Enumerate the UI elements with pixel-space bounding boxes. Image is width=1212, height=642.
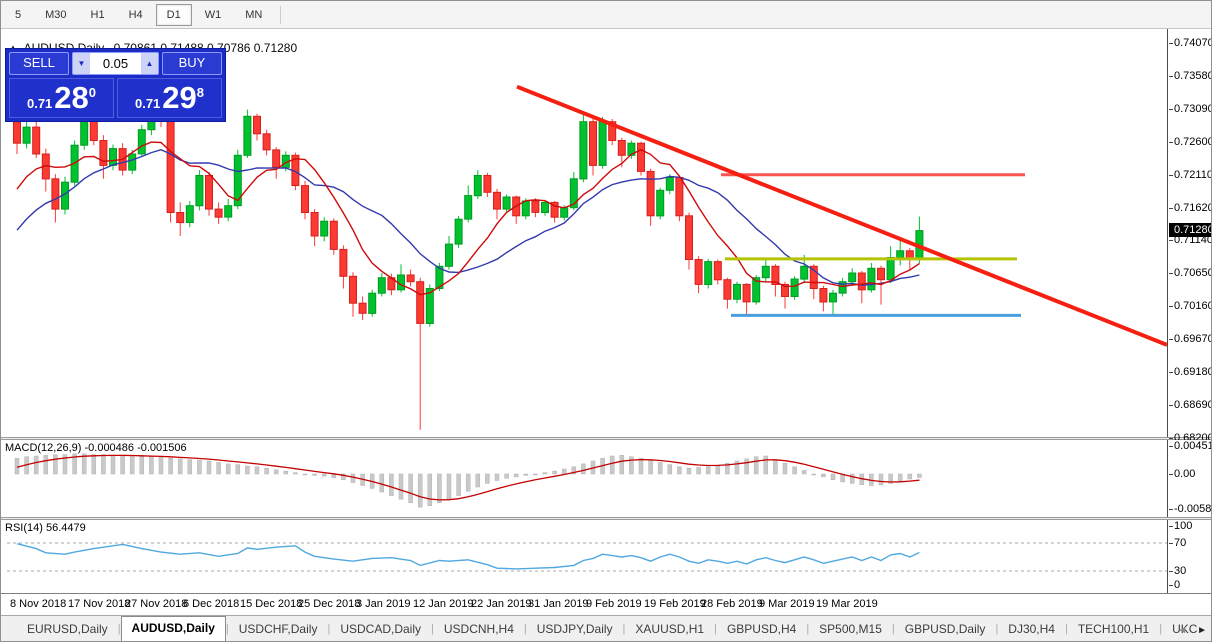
tab-sp500-m15[interactable]: SP500,M15 [809, 618, 892, 641]
rsi-tick-label: 30 [1168, 565, 1187, 577]
buy-price-prefix: 0.71 [134, 95, 161, 111]
sell-button[interactable]: SELL [9, 52, 69, 75]
sell-price-prefix: 0.71 [26, 95, 53, 111]
rsi-panel[interactable]: RSI(14) 56.4479 [1, 520, 1167, 593]
sell-price-point: 0 [88, 84, 97, 100]
buy-price-display[interactable]: 0.71 29 8 [117, 78, 222, 118]
timeframe-button-mn[interactable]: MN [234, 4, 273, 26]
tab-dj30-h4[interactable]: DJ30,H4 [998, 618, 1065, 641]
price-tick-label: 0.69670 [1169, 333, 1212, 345]
rsi-tick-label: 100 [1168, 520, 1193, 532]
price-tick-label: 0.72110 [1169, 169, 1212, 181]
timeframe-button-d1[interactable]: D1 [155, 3, 192, 26]
date-axis[interactable]: 8 Nov 2018 17 Nov 2018 27 Nov 2018 6 Dec 20… [1, 593, 1211, 615]
date-label: 15 Dec 2018 [240, 598, 303, 610]
macd-tick-label: 0.00 [1168, 468, 1196, 480]
date-label: 31 Jan 2019 [528, 598, 589, 610]
date-label: 28 Feb 2019 [701, 598, 763, 610]
symbol-tabbar: EURUSD,Daily | AUDUSD,Daily | USDCHF,Daily | U… [1, 615, 1211, 641]
date-label: 9 Mar 2019 [759, 598, 815, 610]
date-label: 9 Feb 2019 [586, 598, 642, 610]
toolbar-divider [280, 5, 282, 24]
sell-price-pips: 28 [54, 80, 89, 115]
rsi-axis: 100 70 30 0 [1167, 520, 1211, 593]
price-tick-label: 0.73090 [1169, 103, 1212, 115]
tab-usdcad-daily[interactable]: USDCAD,Daily [330, 618, 431, 641]
date-label: 17 Nov 2018 [68, 598, 131, 610]
tab-tech100-h1[interactable]: TECH100,H1 [1068, 618, 1159, 641]
timeframe-button-h1[interactable]: H1 [80, 4, 116, 26]
current-price-badge: 0.71280 [1169, 223, 1211, 237]
macd-panel[interactable]: MACD(12,26,9) -0.000486 -0.001506 [1, 440, 1167, 517]
timeframe-button-w1[interactable]: W1 [194, 4, 233, 26]
tab-usdjpy-daily[interactable]: USDJPY,Daily [527, 618, 623, 641]
date-label: 19 Mar 2019 [816, 598, 878, 610]
price-tick-label: 0.74070 [1169, 37, 1212, 49]
tab-usdchf-daily[interactable]: USDCHF,Daily [229, 618, 328, 641]
macd-tick-label: 0.004517 [1169, 440, 1211, 452]
buy-button[interactable]: BUY [162, 52, 222, 75]
date-label: 8 Nov 2018 [10, 598, 67, 610]
macd-tick-label: -0.005899 [1169, 503, 1211, 515]
tab-usdcnh-h4[interactable]: USDCNH,H4 [434, 618, 524, 641]
timeframe-button-h4[interactable]: H4 [118, 4, 154, 26]
timeframe-button-m30[interactable]: M30 [34, 4, 77, 26]
rsi-tick-label: 70 [1168, 537, 1187, 549]
sell-price-display[interactable]: 0.71 28 0 [9, 78, 114, 118]
tabs-scroll-left-icon[interactable]: ◄ [1177, 625, 1187, 636]
price-tick-label: 0.70650 [1169, 267, 1212, 279]
tab-gbpusd-h4[interactable]: GBPUSD,H4 [717, 618, 806, 641]
lot-decrease-icon[interactable]: ▼ [73, 53, 90, 74]
macd-label: MACD(12,26,9) -0.000486 -0.001506 [5, 442, 187, 454]
date-label: 6 Dec 2018 [183, 598, 240, 610]
lot-increase-icon[interactable]: ▲ [141, 53, 158, 74]
tabs-scroll-right-icon[interactable]: ► [1197, 625, 1207, 636]
price-tick-label: 0.71620 [1169, 202, 1212, 214]
tab-xauusd-h1[interactable]: XAUUSD,H1 [625, 618, 714, 641]
timeframe-toolbar: 5 M30 H1 H4 D1 W1 MN [1, 1, 1211, 29]
price-chart[interactable]: ▲ AUDUSD,Daily 0.70861 0.71488 0.70786 0… [1, 29, 1167, 437]
buy-price-point: 8 [196, 84, 205, 100]
tab-eurusd-daily[interactable]: EURUSD,Daily [17, 618, 118, 641]
price-axis[interactable]: 0.74070 0.73580 0.73090 0.72600 0.72110 0.716… [1167, 29, 1212, 444]
date-label: 19 Feb 2019 [644, 598, 706, 610]
buy-price-pips: 29 [162, 80, 197, 115]
lot-size-stepper: ▼ ▲ [72, 52, 159, 75]
macd-axis: 0.004517 0.00 -0.005899 [1167, 440, 1211, 517]
date-label: 12 Jan 2019 [413, 598, 474, 610]
price-tick-label: 0.70160 [1169, 300, 1212, 312]
date-label: 25 Dec 2018 [298, 598, 361, 610]
rsi-label: RSI(14) 56.4479 [5, 522, 86, 534]
date-label: 3 Jan 2019 [356, 598, 411, 610]
price-tick-label: 0.72600 [1169, 136, 1212, 148]
chart-window: ▲ AUDUSD,Daily 0.70861 0.71488 0.70786 0… [1, 29, 1212, 615]
terminal-window: 5M30H1H4D1W1MN ▲ AUDUSD,Daily 0.70861 0.… [0, 0, 1212, 642]
rsi-tick-label: 0 [1168, 579, 1181, 591]
date-label: 27 Nov 2018 [125, 598, 188, 610]
price-tick-label: 0.69180 [1169, 366, 1212, 378]
one-click-trade-panel: SELL ▼ ▲ BUY 0.71 28 0 [5, 48, 226, 122]
timeframe-button-5[interactable]: 5 [4, 4, 32, 26]
price-tick-label: 0.68690 [1169, 399, 1212, 411]
lot-size-input[interactable] [90, 53, 141, 74]
tab-audusd-daily[interactable]: AUDUSD,Daily [120, 616, 226, 641]
date-label: 22 Jan 2019 [471, 598, 532, 610]
price-tick-label: 0.73580 [1169, 70, 1212, 82]
tab-gbpusd-daily[interactable]: GBPUSD,Daily [895, 618, 996, 641]
